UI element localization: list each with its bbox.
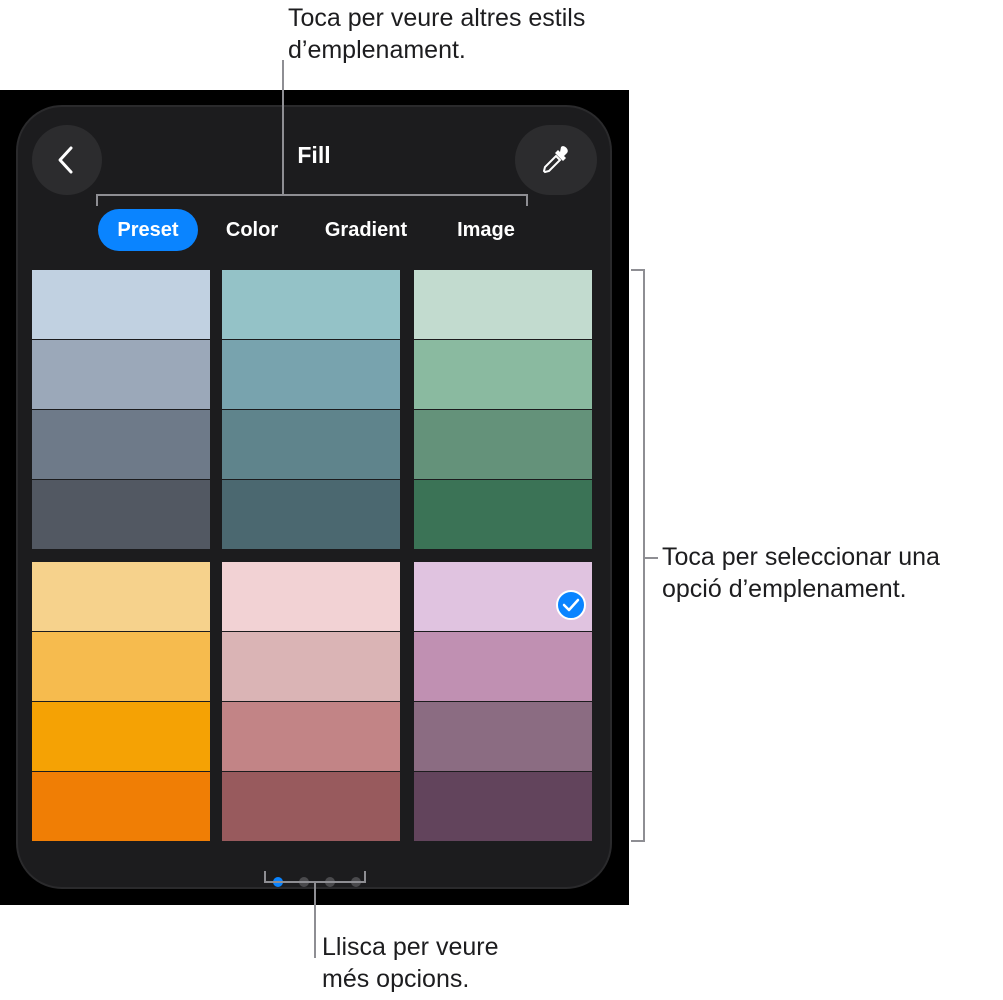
preset-orange[interactable] (32, 562, 210, 843)
swatches-callout-bracket (643, 269, 645, 842)
tab-gradient[interactable]: Gradient (310, 209, 422, 251)
tabs-callout-line (282, 60, 284, 195)
swatch-orange-4[interactable] (32, 772, 210, 841)
swatch-blue-gray-3[interactable] (32, 410, 210, 479)
swatch-blue-gray-1[interactable] (32, 270, 210, 339)
tab-preset[interactable]: Preset (98, 209, 198, 251)
swatch-teal-3[interactable] (222, 410, 400, 479)
swatch-purple-3[interactable] (414, 702, 592, 771)
preset-purple[interactable] (414, 562, 592, 843)
preset-teal[interactable] (222, 270, 400, 551)
pages-callout-text: Llisca per veure més opcions. (322, 933, 499, 993)
swatch-rose-4[interactable] (222, 772, 400, 841)
swatch-purple-2[interactable] (414, 632, 592, 701)
tabs-callout-bracket (96, 194, 528, 196)
swatch-orange-2[interactable] (32, 632, 210, 701)
eyedropper-icon (542, 146, 568, 174)
swatch-blue-gray-4[interactable] (32, 480, 210, 549)
swatch-green-3[interactable] (414, 410, 592, 479)
swatch-teal-2[interactable] (222, 340, 400, 409)
pages-callout-line (314, 882, 316, 958)
swatches-callout-text: Toca per seleccionar una opció d’emplena… (662, 543, 940, 603)
checkmark-icon (556, 590, 586, 620)
swatch-blue-gray-2[interactable] (32, 340, 210, 409)
fill-panel: Fill Preset Color Gradient Image (16, 105, 612, 889)
swatch-rose-3[interactable] (222, 702, 400, 771)
eyedropper-button[interactable] (515, 125, 597, 195)
swatch-rose-2[interactable] (222, 632, 400, 701)
swatch-green-2[interactable] (414, 340, 592, 409)
swatch-green-4[interactable] (414, 480, 592, 549)
swatches-callout-line (644, 557, 658, 559)
swatch-rose-1[interactable] (222, 562, 400, 631)
preset-green[interactable] (414, 270, 592, 551)
swatch-teal-4[interactable] (222, 480, 400, 549)
device-screen: Fill Preset Color Gradient Image (0, 90, 629, 905)
swatch-orange-1[interactable] (32, 562, 210, 631)
preset-blue-gray[interactable] (32, 270, 210, 551)
swatch-orange-3[interactable] (32, 702, 210, 771)
tab-image[interactable]: Image (436, 209, 536, 251)
tab-color[interactable]: Color (208, 209, 296, 251)
swatch-purple-4[interactable] (414, 772, 592, 841)
tabs-callout-text: Toca per veure altres estils d’emplename… (288, 4, 586, 64)
swatch-green-1[interactable] (414, 270, 592, 339)
preset-rose[interactable] (222, 562, 400, 843)
swatch-teal-1[interactable] (222, 270, 400, 339)
